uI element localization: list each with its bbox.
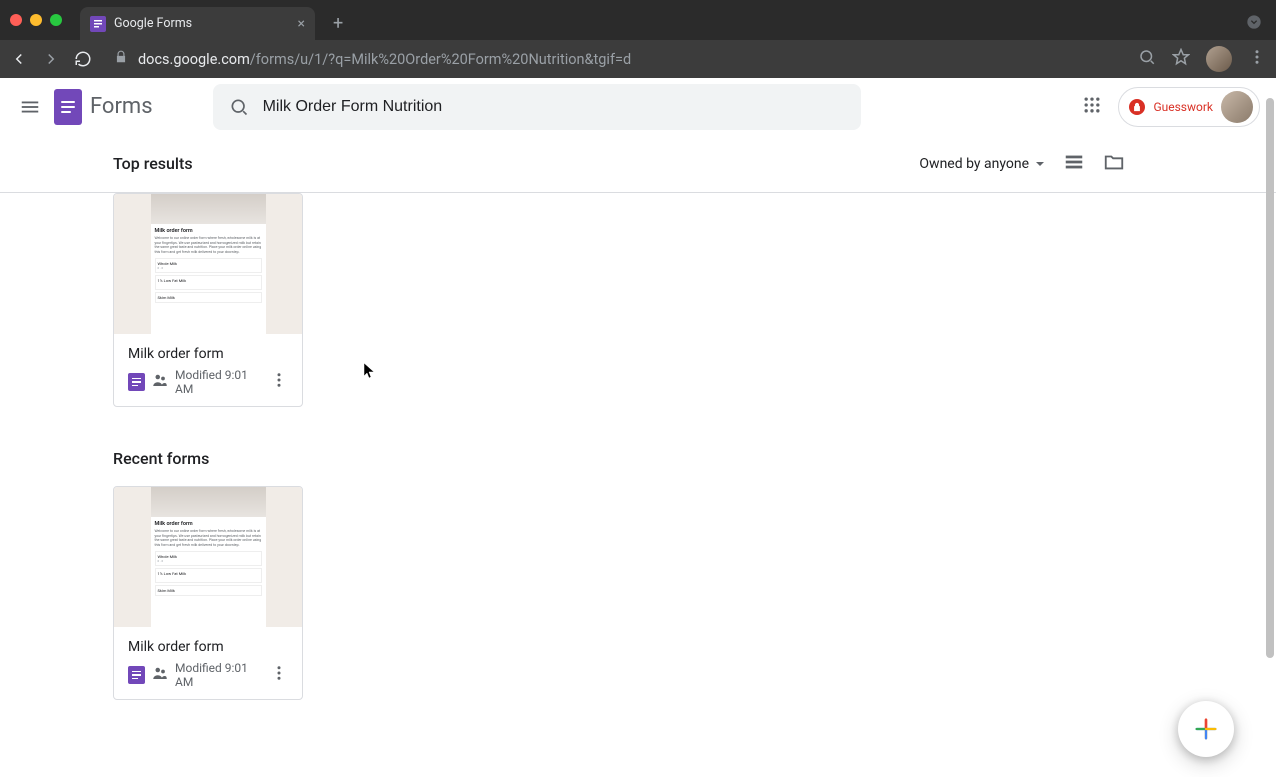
guesswork-label: Guesswork bbox=[1153, 100, 1213, 114]
thumb-description: Welcome to our online order form where f… bbox=[155, 236, 262, 254]
section-title-top-results: Top results bbox=[113, 154, 193, 173]
chevron-down-icon bbox=[1035, 159, 1045, 169]
shared-icon bbox=[151, 664, 169, 686]
search-box[interactable] bbox=[213, 84, 861, 130]
tab-title: Google Forms bbox=[114, 16, 290, 31]
mac-maximize-button[interactable] bbox=[50, 14, 62, 26]
tab-close-icon[interactable]: × bbox=[298, 16, 305, 32]
forms-logo-icon bbox=[54, 89, 82, 125]
guesswork-badge-icon bbox=[1129, 99, 1145, 115]
browser-chrome: Google Forms × + docs.google.com/forms/u… bbox=[0, 0, 1276, 78]
mac-close-button[interactable] bbox=[10, 14, 22, 26]
thumb-description: Welcome to our online order form where f… bbox=[155, 529, 262, 547]
scrollbar-thumb[interactable] bbox=[1266, 98, 1274, 658]
browser-tab[interactable]: Google Forms × bbox=[80, 7, 315, 40]
card-thumbnail: Milk order form Welcome to our online or… bbox=[114, 487, 302, 627]
url-input[interactable]: docs.google.com/forms/u/1/?q=Milk%20Orde… bbox=[106, 50, 1124, 68]
forms-favicon-icon bbox=[90, 16, 106, 32]
card-thumbnail: Milk order form Welcome to our online or… bbox=[114, 194, 302, 334]
mac-window-controls bbox=[10, 14, 62, 26]
card-footer: Milk order form Modified 9:01 AM bbox=[114, 627, 302, 699]
profile-avatar[interactable] bbox=[1206, 46, 1232, 72]
app-logo[interactable]: Forms bbox=[54, 89, 153, 125]
tab-bar: Google Forms × + bbox=[0, 0, 1276, 40]
main-menu-button[interactable] bbox=[16, 93, 44, 121]
top-results-cards: Milk order form Welcome to our online or… bbox=[113, 193, 1163, 407]
new-tab-button[interactable]: + bbox=[333, 13, 343, 34]
create-form-fab[interactable] bbox=[1178, 701, 1234, 757]
owner-filter-label: Owned by anyone bbox=[919, 156, 1029, 172]
forms-type-icon bbox=[128, 373, 145, 391]
forward-button[interactable] bbox=[42, 50, 60, 68]
lock-icon bbox=[114, 50, 128, 68]
search-icon bbox=[229, 97, 249, 117]
zoom-icon[interactable] bbox=[1138, 48, 1156, 70]
card-modified: Modified 9:01 AM bbox=[175, 368, 264, 396]
results-toolbar: Top results Owned by anyone bbox=[0, 135, 1276, 193]
card-more-button[interactable] bbox=[270, 371, 288, 393]
owner-filter-dropdown[interactable]: Owned by anyone bbox=[919, 156, 1045, 172]
form-card[interactable]: Milk order form Welcome to our online or… bbox=[113, 193, 303, 407]
scrollbar[interactable] bbox=[1262, 78, 1276, 777]
address-bar: docs.google.com/forms/u/1/?q=Milk%20Orde… bbox=[0, 40, 1276, 78]
app-title: Forms bbox=[90, 94, 153, 119]
list-view-button[interactable] bbox=[1063, 151, 1085, 177]
back-button[interactable] bbox=[10, 50, 28, 68]
mac-minimize-button[interactable] bbox=[30, 14, 42, 26]
thumb-title: Milk order form bbox=[155, 228, 262, 234]
chrome-menu-icon[interactable] bbox=[1248, 48, 1266, 70]
section-title-recent-forms: Recent forms bbox=[113, 449, 1163, 468]
card-name: Milk order form bbox=[128, 346, 288, 362]
card-footer: Milk order form Modified 9:01 AM bbox=[114, 334, 302, 406]
url-text: docs.google.com/forms/u/1/?q=Milk%20Orde… bbox=[138, 51, 631, 68]
forms-type-icon bbox=[128, 666, 145, 684]
thumb-title: Milk order form bbox=[155, 521, 262, 527]
search-input[interactable] bbox=[263, 98, 845, 116]
form-card[interactable]: Milk order form Welcome to our online or… bbox=[113, 486, 303, 700]
account-pill[interactable]: Guesswork bbox=[1118, 87, 1260, 127]
card-name: Milk order form bbox=[128, 639, 288, 655]
plus-icon bbox=[1192, 715, 1220, 743]
folder-view-button[interactable] bbox=[1103, 151, 1125, 177]
recent-forms-cards: Milk order form Welcome to our online or… bbox=[113, 486, 1163, 700]
content-area: Milk order form Welcome to our online or… bbox=[0, 193, 1276, 777]
bookmark-icon[interactable] bbox=[1172, 48, 1190, 70]
shared-icon bbox=[151, 371, 169, 393]
chrome-expand-icon[interactable] bbox=[1246, 14, 1262, 34]
account-avatar[interactable] bbox=[1221, 91, 1253, 123]
google-apps-icon[interactable] bbox=[1082, 95, 1102, 119]
reload-button[interactable] bbox=[74, 50, 92, 68]
card-modified: Modified 9:01 AM bbox=[175, 661, 264, 689]
app-header: Forms Guesswork bbox=[0, 78, 1276, 135]
card-more-button[interactable] bbox=[270, 664, 288, 686]
